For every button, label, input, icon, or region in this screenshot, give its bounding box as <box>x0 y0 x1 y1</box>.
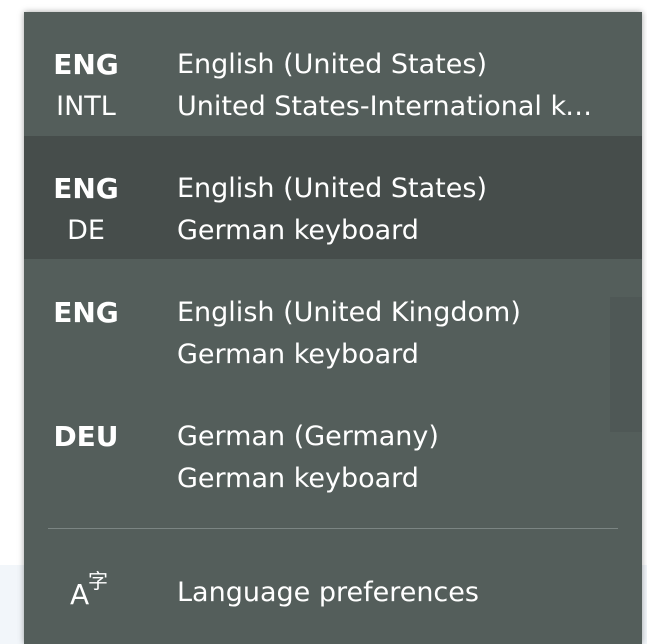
keyboard-name: United States-International keyboard <box>177 91 597 122</box>
layout-code: INTL <box>56 91 116 122</box>
language-code: ENG <box>53 172 119 205</box>
keyboard-name: German keyboard <box>177 463 419 494</box>
language-code: DEU <box>53 420 119 453</box>
language-icon: A 字 <box>70 569 108 611</box>
language-name: English (United States) <box>177 49 487 80</box>
language-preferences-link[interactable]: A 字 Language preferences <box>24 540 642 644</box>
language-name: English (United States) <box>177 173 487 204</box>
language-item-deu[interactable]: DEU German (Germany) German keyboard <box>24 384 642 507</box>
keyboard-name: German keyboard <box>177 215 419 246</box>
language-item-eng-intl[interactable]: ENG INTL English (United States) United … <box>24 12 642 135</box>
language-item-eng-uk[interactable]: ENG English (United Kingdom) German keyb… <box>24 260 642 383</box>
keyboard-name: German keyboard <box>177 339 419 370</box>
divider <box>48 528 618 529</box>
layout-code: DE <box>67 215 105 246</box>
language-code: ENG <box>53 48 119 81</box>
input-language-flyout: ENG INTL English (United States) United … <box>24 12 642 644</box>
language-name: German (Germany) <box>177 421 439 452</box>
language-preferences-label: Language preferences <box>177 577 479 608</box>
language-name: English (United Kingdom) <box>177 297 521 328</box>
language-code: ENG <box>53 296 119 329</box>
language-item-eng-de[interactable]: ENG DE English (United States) German ke… <box>24 136 642 259</box>
